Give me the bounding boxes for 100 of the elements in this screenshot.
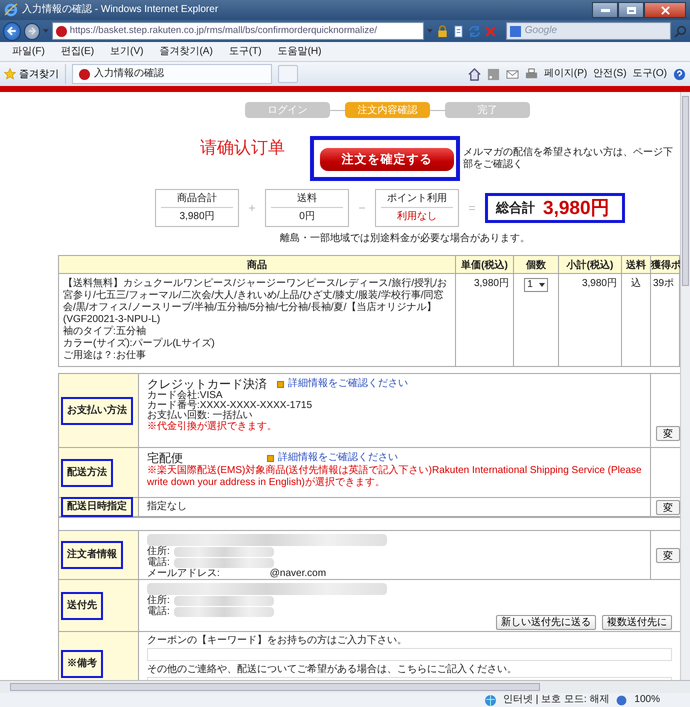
summary-label: 送料 <box>271 193 343 208</box>
total-amount: 3,980円 <box>543 197 610 221</box>
prompt-text: クーポンの【キーワード】をお持ちの方はご入力下さい。 <box>147 635 408 646</box>
section-title: クレジットカード決済 <box>147 377 267 391</box>
table-cell: 込 <box>622 274 650 366</box>
address-field[interactable]: https://basket.step.rakuten.co.jp/rms/mall/bs/confirmorderquicknormalize/ <box>52 22 424 40</box>
section-label: ※備考 <box>61 650 103 678</box>
bullet-icon <box>277 380 284 388</box>
summary-label: ポイント利用 <box>381 193 453 208</box>
menu-item[interactable]: 편집(E) <box>60 46 94 58</box>
shipping-note: 離島・一部地域では別途料金が必要な場合があります。 <box>280 233 530 245</box>
favorites-button[interactable]: 즐겨찾기 <box>4 64 66 84</box>
close-icon <box>660 6 670 14</box>
details-link[interactable]: 詳細情報をご確認ください <box>288 378 408 390</box>
quantity-select[interactable]: 1 <box>524 278 548 292</box>
toolbar-menu[interactable]: 안전(S) <box>593 68 627 80</box>
menu-item[interactable]: 파일(F) <box>12 46 45 58</box>
email-text: @naver.com <box>270 568 326 579</box>
operator-sign: = <box>467 201 476 215</box>
help-icon[interactable] <box>673 68 686 80</box>
menu-item[interactable]: 즐겨찾기(A) <box>159 46 213 58</box>
page-icon[interactable] <box>452 24 465 38</box>
field-label: 電話: <box>147 557 170 568</box>
site-icon <box>56 26 67 36</box>
summary-value: 利用なし <box>397 210 437 223</box>
mail-icon[interactable] <box>506 68 519 80</box>
summary-label: 商品合計 <box>161 193 233 208</box>
detail-text: 指定なし <box>147 501 188 512</box>
browser-logo-icon <box>4 3 18 17</box>
home-icon[interactable] <box>468 68 481 80</box>
section-label: 送付先 <box>61 592 103 620</box>
change-button[interactable]: 変 <box>656 548 680 562</box>
address-button[interactable]: 複数送付先に <box>602 615 672 630</box>
vertical-scrollbar[interactable] <box>680 92 690 680</box>
horizontal-scrollbar[interactable] <box>0 680 690 693</box>
notice-text: ※楽天国際配送(EMS)対象商品(送付先情報は英語で記入下さい)Rakuten International Shipping Service (Please write down your address in English)が選択できます。 <box>147 465 642 489</box>
confirm-order-button[interactable]: 注文を確定する <box>320 148 454 171</box>
field-label: 住所: <box>147 595 170 606</box>
globe-icon <box>484 694 497 706</box>
notice-text: ※代金引換が選択できます。 <box>147 421 278 433</box>
change-button[interactable]: 変 <box>656 500 680 514</box>
detail-text: カード番号:XXXX-XXXX-XXXX-1715 <box>147 401 314 411</box>
zoom-icon[interactable] <box>615 694 628 706</box>
summary-value: 0円 <box>299 210 315 223</box>
prompt-text: その他のご連絡や、配送についてご希望がある場合は、こちらにご記入ください。 <box>147 664 518 675</box>
change-button[interactable]: 変 <box>656 426 680 441</box>
section-label: お支払い方法 <box>61 396 133 424</box>
section-label: 注文者情報 <box>61 541 123 569</box>
table-cell: 3,980円 <box>558 274 622 366</box>
column-header: 単価(税込) <box>456 256 514 274</box>
menu-item[interactable]: 도움말(H) <box>278 46 322 58</box>
forward-button[interactable] <box>24 22 40 40</box>
operator-sign: − <box>357 201 366 215</box>
toolbar-menu[interactable]: 도구(O) <box>632 68 667 80</box>
site-icon <box>79 68 90 80</box>
field-label: 住所: <box>147 546 170 557</box>
close-button[interactable] <box>644 2 686 18</box>
dropdown-icon[interactable] <box>427 29 433 33</box>
newsletter-note: メルマガの配信を希望されない方は、ページ下部をご確認く <box>463 146 674 170</box>
search-icon[interactable] <box>674 24 687 38</box>
detail-text: カード会社:VISA <box>147 391 224 401</box>
menu-item[interactable]: 도구(T) <box>228 46 262 58</box>
lock-icon <box>436 24 449 38</box>
dropdown-icon[interactable] <box>43 29 49 33</box>
column-header: 商品 <box>58 256 456 274</box>
security-zone-text: 인터넷 | 보호 모드: 해제 <box>502 694 610 706</box>
caret-icon <box>538 283 545 287</box>
toolbar-menu[interactable]: 페이지(P) <box>544 68 588 80</box>
star-icon <box>4 68 16 80</box>
summary-value: 3,980円 <box>179 210 215 223</box>
printer-icon[interactable] <box>524 68 538 80</box>
address-button[interactable]: 新しい送付先に送る <box>496 615 596 630</box>
back-arrow-icon <box>6 25 18 37</box>
detail-text: お支払い回数: 一括払い <box>147 411 254 421</box>
field-label: 電話: <box>147 606 170 617</box>
zoom-level[interactable]: 100% <box>634 694 660 706</box>
window-title: 入力情報の確認 - Windows Internet Explorer <box>22 4 218 16</box>
product-cell: 【送料無料】カシュクールワンピース/ジャージーワンピース/レディース/旅行/授乳/お宮参り/七五三/フォーマル/二次会/大人/きれいめ/上品/ひざ丈/膝丈/服装/学校行事/同窓会/黒/オフィス/ノースリーブ/半袖/五分袖/5分袖/七分袖/長袖/夏/【当店オリジナル】(VGF20021-3-NPU-L) 袖のタイプ:五分袖 カラー(サイズ):パープル(Lサイズ) ご用途は？:お仕事 <box>58 274 456 366</box>
search-provider-icon <box>510 26 521 36</box>
minimize-button[interactable] <box>592 2 618 18</box>
section-label: 配送日時指定 <box>61 497 133 517</box>
section-title: 宅配便 <box>147 451 184 465</box>
column-header: 個数 <box>514 256 558 274</box>
field-label: メールアドレス: <box>147 568 220 579</box>
page-heading: 请确认订单 <box>200 138 286 158</box>
browser-tab[interactable]: 入力情報の確認 <box>72 64 272 84</box>
input-field[interactable] <box>147 648 672 661</box>
details-link[interactable]: 詳細情報をご確認ください <box>278 452 398 464</box>
back-button[interactable] <box>3 22 21 40</box>
menu-item[interactable]: 보기(V) <box>110 46 144 58</box>
column-header: 小計(税込) <box>558 256 622 274</box>
column-header: 送料 <box>622 256 650 274</box>
total-label: 総合計 <box>496 199 535 217</box>
operator-sign: + <box>247 201 256 215</box>
section-label: 配送方法 <box>61 458 113 486</box>
table-cell: 3,980円 <box>456 274 514 366</box>
feed-icon[interactable] <box>486 68 500 80</box>
bullet-icon <box>267 454 274 462</box>
forward-arrow-icon <box>27 26 38 36</box>
maximize-button[interactable] <box>618 2 644 18</box>
